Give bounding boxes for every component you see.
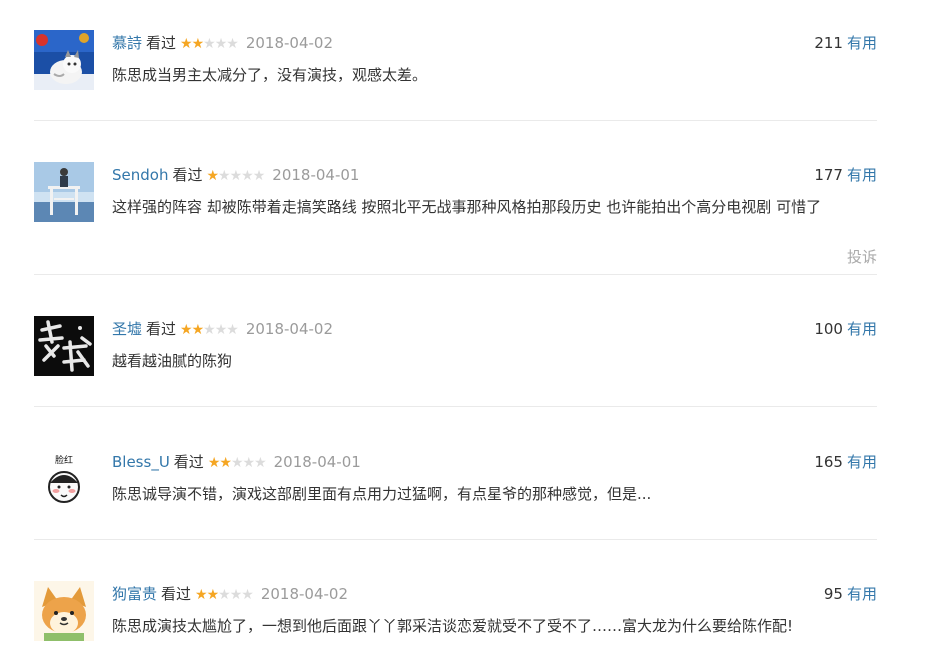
star-icon: ★ bbox=[252, 168, 266, 184]
star-icon: ★ bbox=[203, 322, 216, 338]
useful-button[interactable]: 有用 bbox=[847, 320, 877, 338]
avatar-photo-lifeguard[interactable] bbox=[34, 162, 94, 222]
vote-count: 165 bbox=[814, 453, 843, 471]
avatar-photo-cat[interactable] bbox=[34, 30, 94, 90]
star-icon: ★ bbox=[206, 168, 219, 184]
rating-stars: ★★★★★ bbox=[206, 164, 266, 188]
comment-date: 2018-04-02 bbox=[245, 34, 334, 52]
avatar-image bbox=[34, 30, 94, 90]
comment-meta: Sendoh 看过 ★★★★★ 2018-04-01 177 有用 bbox=[112, 163, 877, 187]
watch-status: 看过 bbox=[146, 34, 177, 52]
comment-username[interactable]: 狗富贵 bbox=[112, 585, 157, 603]
vote-count: 177 bbox=[814, 166, 843, 184]
avatar-caption: 脸红 bbox=[55, 454, 73, 466]
star-icon: ★ bbox=[242, 455, 256, 471]
comment-meta: 圣墟 看过 ★★★★★ 2018-04-02 100 有用 bbox=[112, 317, 877, 341]
comment-item: 脸红 Bless_U 看过 ★★★★★ 2018-04-01 165 有用 陈思诚导演不… bbox=[34, 446, 877, 540]
comment-text: 越看越油腻的陈狗 bbox=[112, 352, 233, 370]
rating-stars: ★★★★★ bbox=[180, 318, 239, 342]
avatar-image bbox=[34, 581, 94, 641]
star-icon: ★ bbox=[241, 168, 254, 184]
rating-stars: ★★★★★ bbox=[195, 583, 254, 607]
star-icon: ★ bbox=[214, 322, 228, 338]
comment-date: 2018-04-01 bbox=[273, 453, 361, 471]
star-icon: ★ bbox=[203, 36, 216, 52]
comment-body: 圣墟 看过 ★★★★★ 2018-04-02 100 有用 越看越油腻的陈狗 bbox=[112, 317, 877, 373]
vote-count: 211 bbox=[814, 34, 843, 52]
star-icon: ★ bbox=[226, 36, 239, 52]
comment-item: Sendoh 看过 ★★★★★ 2018-04-01 177 有用 这样强的阵容 却被陈… bbox=[34, 159, 877, 275]
comment-body: 慕詩 看过 ★★★★★ 2018-04-02 211 有用 陈思成当男主太减分了，没有演… bbox=[112, 31, 877, 87]
comment-item: 圣墟 看过 ★★★★★ 2018-04-02 100 有用 越看越油腻的陈狗 bbox=[34, 313, 877, 407]
star-icon: ★ bbox=[191, 322, 205, 338]
vote-area: 165 有用 bbox=[814, 450, 877, 474]
comment-date: 2018-04-01 bbox=[272, 166, 360, 184]
avatar-cartoon-face[interactable]: 脸红 bbox=[34, 449, 94, 509]
avatar-image bbox=[34, 162, 94, 222]
star-icon: ★ bbox=[206, 587, 220, 603]
comment-meta: 慕詩 看过 ★★★★★ 2018-04-02 211 有用 bbox=[112, 31, 877, 55]
vote-count: 100 bbox=[814, 320, 843, 338]
vote-count: 95 bbox=[823, 585, 843, 603]
watch-status: 看过 bbox=[172, 166, 203, 184]
rating-stars: ★★★★★ bbox=[180, 32, 239, 56]
useful-button[interactable]: 有用 bbox=[847, 453, 877, 471]
comment-meta: 狗富贵 看过 ★★★★★ 2018-04-02 95 有用 bbox=[112, 582, 877, 606]
star-icon: ★ bbox=[254, 455, 267, 471]
comment-item: 慕詩 看过 ★★★★★ 2018-04-02 211 有用 陈思成当男主太减分了，没有演… bbox=[34, 27, 877, 121]
rating-stars: ★★★★★ bbox=[207, 451, 267, 475]
comment-body: Sendoh 看过 ★★★★★ 2018-04-01 177 有用 这样强的阵容 却被陈… bbox=[112, 163, 877, 219]
star-icon: ★ bbox=[229, 168, 243, 184]
star-icon: ★ bbox=[195, 587, 208, 603]
avatar-cartoon-dog[interactable] bbox=[34, 581, 94, 641]
comment-date: 2018-04-02 bbox=[260, 585, 349, 603]
vote-area: 177 有用 bbox=[814, 163, 877, 187]
watch-status: 看过 bbox=[161, 585, 192, 603]
comment-username[interactable]: 慕詩 bbox=[112, 34, 142, 52]
star-icon: ★ bbox=[180, 36, 193, 52]
comment-username[interactable]: Sendoh bbox=[112, 166, 168, 184]
avatar-image: 脸红 bbox=[34, 449, 94, 509]
vote-area: 211 有用 bbox=[814, 31, 877, 55]
star-icon: ★ bbox=[229, 587, 243, 603]
watch-status: 看过 bbox=[173, 453, 204, 471]
star-icon: ★ bbox=[219, 455, 232, 471]
comment-text: 陈思成当男主太减分了，没有演技，观感太差。 bbox=[112, 66, 428, 84]
comment-username[interactable]: 圣墟 bbox=[112, 320, 142, 338]
comment-text: 这样强的阵容 却被陈带着走搞笑路线 按照北平无战事那种风格拍那段历史 也许能拍出… bbox=[112, 198, 822, 216]
useful-button[interactable]: 有用 bbox=[847, 34, 877, 52]
avatar-image bbox=[34, 316, 94, 376]
report-link[interactable]: 投诉 bbox=[847, 246, 877, 267]
comment-body: 狗富贵 看过 ★★★★★ 2018-04-02 95 有用 陈思成演技太尴尬了，一想到他… bbox=[112, 582, 877, 638]
comment-date: 2018-04-02 bbox=[245, 320, 334, 338]
comment-item: 狗富贵 看过 ★★★★★ 2018-04-02 95 有用 陈思成演技太尴尬了，一想到他… bbox=[34, 578, 877, 657]
comment-body: Bless_U 看过 ★★★★★ 2018-04-01 165 有用 陈思诚导演不错，演… bbox=[112, 450, 877, 506]
vote-area: 95 有用 bbox=[824, 582, 877, 606]
comment-text: 陈思成演技太尴尬了，一想到他后面跟丫丫郭采洁谈恋爱就受不了受不了……富大龙为什么… bbox=[112, 617, 794, 635]
star-icon: ★ bbox=[207, 455, 221, 471]
useful-button[interactable]: 有用 bbox=[847, 166, 877, 184]
useful-button[interactable]: 有用 bbox=[847, 585, 877, 603]
star-icon: ★ bbox=[191, 36, 205, 52]
star-icon: ★ bbox=[218, 587, 231, 603]
star-icon: ★ bbox=[180, 322, 193, 338]
star-icon: ★ bbox=[218, 168, 231, 184]
comment-meta: Bless_U 看过 ★★★★★ 2018-04-01 165 有用 bbox=[112, 450, 877, 474]
watch-status: 看过 bbox=[146, 320, 177, 338]
avatar-calligraphy[interactable] bbox=[34, 316, 94, 376]
star-icon: ★ bbox=[230, 455, 244, 471]
star-icon: ★ bbox=[241, 587, 254, 603]
star-icon: ★ bbox=[214, 36, 228, 52]
star-icon: ★ bbox=[226, 322, 239, 338]
comment-username[interactable]: Bless_U bbox=[112, 453, 170, 471]
vote-area: 100 有用 bbox=[814, 317, 877, 341]
comment-text: 陈思诚导演不错，演戏这部剧里面有点用力过猛啊，有点星爷的那种感觉，但是... bbox=[112, 485, 652, 503]
